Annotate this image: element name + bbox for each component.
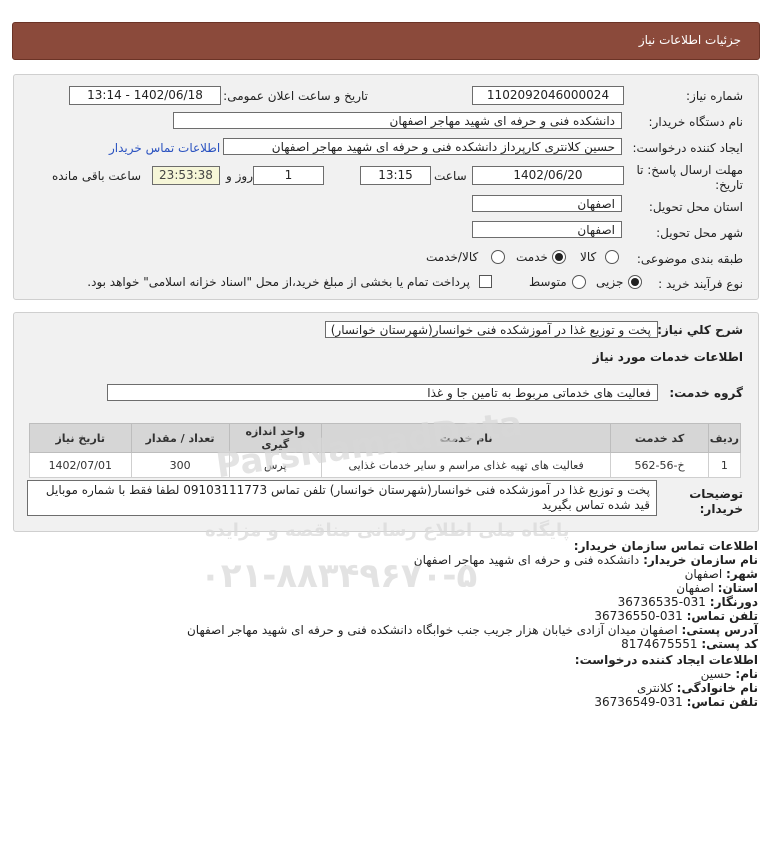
buyer-org-field: دانشکده فنی و حرفه ای شهید مهاجر اصفهان [173,112,622,129]
col-need-date: تاریخ نیاز [29,423,132,453]
treasury-checkbox[interactable] [479,275,492,288]
org-name-value: دانشکده فنی و حرفه ای شهید مهاجر اصفهان [413,553,640,567]
buyer-notes-field: پخت و توزیع غذا در آموزشکده فنی خوانسار(… [27,480,657,516]
page-header: جزئیات اطلاعات نیاز [12,22,760,60]
category-goods-label: کالا [580,250,597,264]
deadline-time-label: ساعت [434,169,467,183]
treasury-note: پرداخت تمام یا بخشی از مبلغ خرید،از محل … [87,275,470,289]
delivery-province-label: استان محل تحویل: [648,200,743,214]
category-goods-service-label: کالا/خدمت [426,250,479,264]
need-number-label: شماره نیاز: [686,89,743,103]
col-service-name: نام خدمت [320,423,612,453]
days-label: روز و [226,169,253,183]
services-heading: اطلاعات خدمات مورد نیاز [592,350,743,364]
province-value: اصفهان [676,581,714,595]
request-creator-field: حسین کلانتری کارپرداز دانشکده فنی و حرفه… [223,138,622,155]
cell-service-name: فعالیت های تهیه غذای مراسم و سایر خدمات … [320,452,612,478]
process-medium-radio[interactable] [572,275,586,289]
fax-label: دورنگار: [709,595,758,609]
table-row: 1 خ-56-562 فعالیت های تهیه غذای مراسم و … [29,452,742,478]
last-name-label: نام خانوادگی: [676,681,758,695]
deadline-date-field: 1402/06/20 [472,166,624,185]
deadline-date-label: تاریخ: [715,178,743,192]
general-description-label: شرح کلي نياز: [657,323,743,337]
postal-code-value: 8174675551 [621,637,698,651]
org-name-label: نام سازمان خریدار: [643,553,758,567]
first-name-label: نام: [735,667,758,681]
last-name-line: نام خانوادگی: کلانتری [637,682,758,695]
table-header-row: ردیف کد خدمت نام خدمت واحد اندازه گیری ت… [29,423,742,453]
city-line: شهر: اصفهان [685,568,758,581]
cell-quantity: 300 [130,452,230,478]
category-goods-radio[interactable] [605,250,619,264]
address-line: آدرس پستی: اصفهان میدان آزادی خیابان هزا… [187,624,758,637]
creator-phone-line: تلفن تماس: 031-36736549 [594,696,758,709]
creator-phone-label: تلفن تماس: [686,695,758,709]
phone-label: تلفن تماس: [686,609,758,623]
announce-datetime-field: 1402/06/18 - 13:14 [69,86,221,105]
request-creator-label: ایجاد کننده درخواست: [632,141,743,155]
org-name-line: نام سازمان خریدار: دانشکده فنی و حرفه ای… [414,554,758,567]
page-title: جزئیات اطلاعات نیاز [638,33,741,47]
process-medium-label: متوسط [529,275,567,289]
province-line: استان: اصفهان [676,582,758,595]
phone-value: 031-36736550 [594,609,683,623]
process-partial-radio[interactable] [628,275,642,289]
category-label: طبقه بندی موضوعی: [636,252,743,266]
cell-need-date: 1402/07/01 [29,452,132,478]
service-group-field: فعالیت های خدماتی مربوط به تامین جا و غذ… [107,384,658,401]
need-number-field: 1102092046000024 [472,86,624,105]
creator-phone-value: 031-36736549 [594,695,683,709]
services-table: ردیف کد خدمت نام خدمت واحد اندازه گیری ت… [29,423,742,478]
category-service-label: خدمت [516,250,548,264]
col-quantity: تعداد / مقدار [130,423,230,453]
city-label: شهر: [726,567,758,581]
col-service-code: کد خدمت [610,423,709,453]
general-description-field: پخت و توزیع غذا در آموزشکده فنی خوانسار(… [325,321,658,338]
buyer-notes-label-2: خریدار: [699,502,743,516]
fax-line: دورنگار: 031-36736535 [618,596,758,609]
process-partial-label: جزیی [596,275,624,289]
cell-unit: پرس [228,452,322,478]
delivery-city-field: اصفهان [472,221,622,238]
delivery-city-label: شهر محل تحویل: [656,226,743,240]
remaining-time-label: ساعت باقی مانده [52,169,142,183]
address-value: اصفهان میدان آزادی خیابان هزار جریب جنب … [186,623,678,637]
first-name-line: نام: حسین [701,668,758,681]
col-unit: واحد اندازه گیری [228,423,322,453]
postal-code-line: کد پستی: 8174675551 [621,638,758,651]
first-name-value: حسین [700,667,732,681]
cell-row: 1 [707,452,742,478]
province-label: استان: [717,581,758,595]
need-details-panel [13,74,759,300]
city-value: اصفهان [684,567,723,581]
process-type-label: نوع فرآیند خرید : [658,277,743,291]
address-label: آدرس پستی: [681,623,758,637]
fax-value: 031-36736535 [617,595,706,609]
category-service-radio[interactable] [552,250,566,264]
announce-datetime-label: تاریخ و ساعت اعلان عمومی: [223,89,368,103]
remaining-time-field: 23:53:38 [152,166,220,185]
buyer-org-label: نام دستگاه خریدار: [648,115,744,129]
last-name-value: کلانتری [636,681,673,695]
cell-service-code: خ-56-562 [610,452,709,478]
service-group-label: گروه خدمت: [669,386,743,400]
category-goods-service-radio[interactable] [491,250,505,264]
col-row: ردیف [707,423,742,453]
buyer-contact-link[interactable]: اطلاعات تماس خریدار [109,141,220,155]
postal-code-label: کد پستی: [701,637,758,651]
delivery-province-field: اصفهان [472,195,622,212]
deadline-time-field: 13:15 [360,166,431,185]
buyer-notes-label: توضیحات [689,487,743,501]
org-contact-heading: اطلاعات تماس سازمان خریدار: [573,539,758,553]
creator-contact-heading: اطلاعات ایجاد کننده درخواست: [574,653,758,667]
phone-line: تلفن تماس: 031-36736550 [594,610,758,623]
deadline-label: مهلت ارسال پاسخ: تا [636,163,743,177]
days-field: 1 [253,166,324,185]
